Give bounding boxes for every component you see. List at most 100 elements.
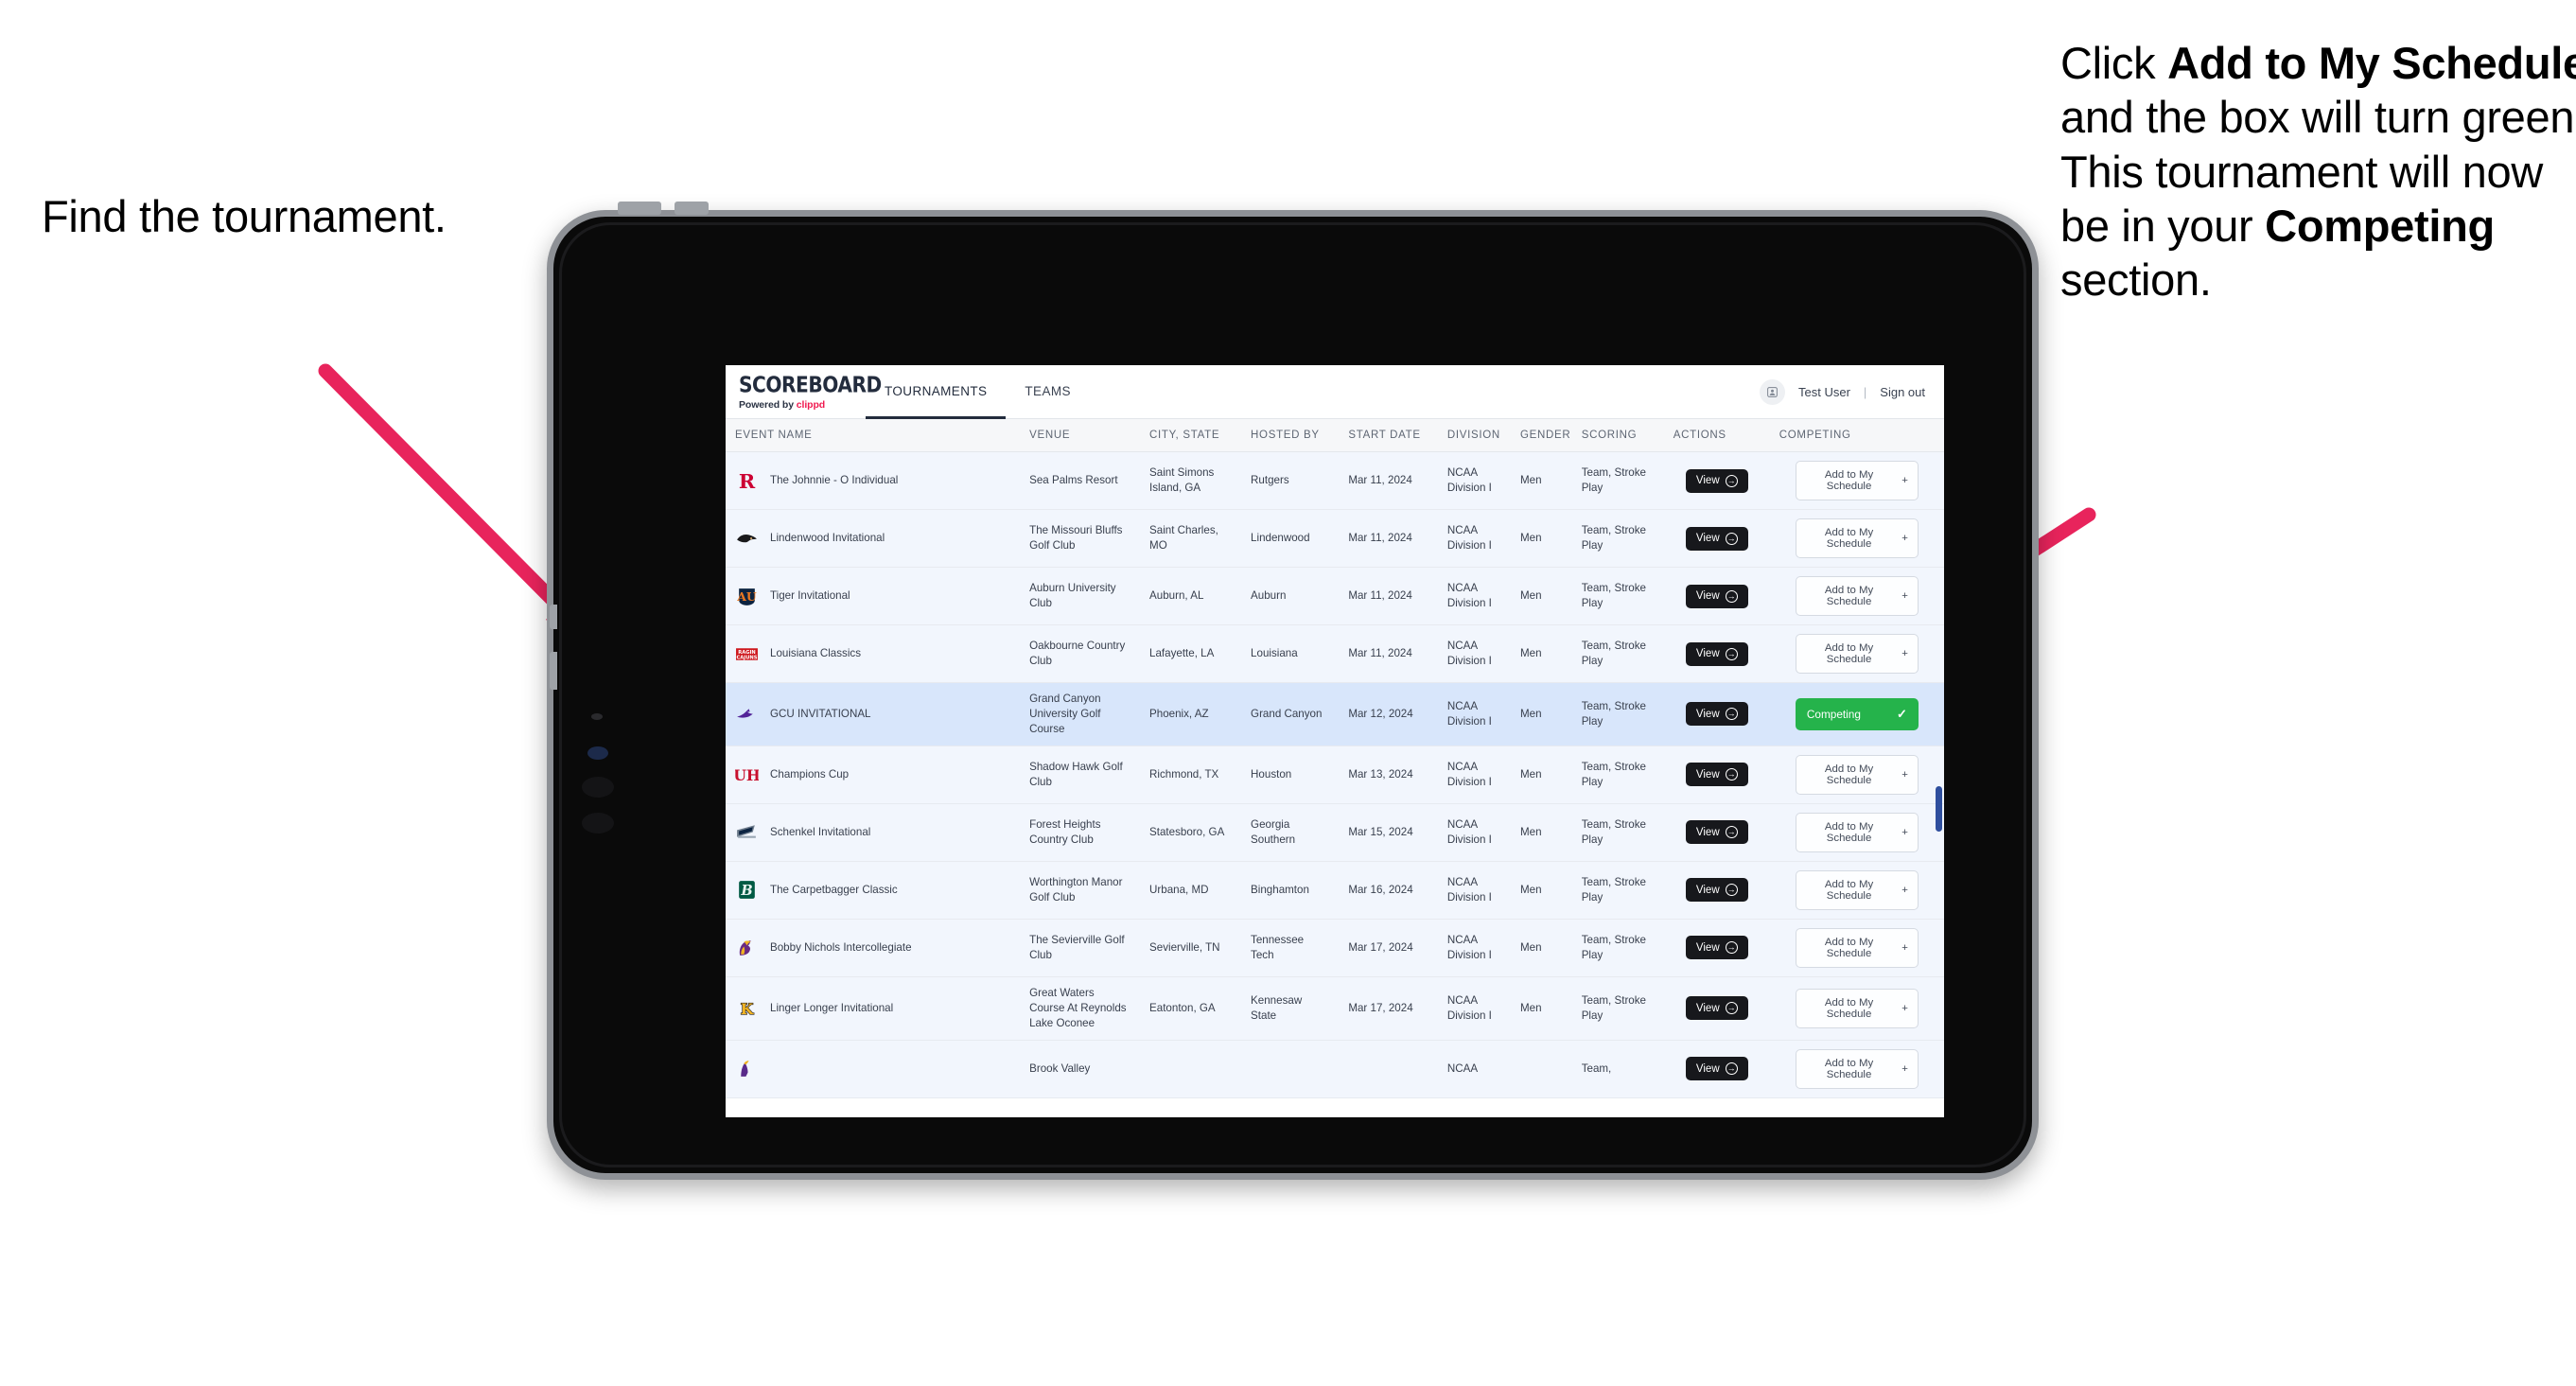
- add-to-my-schedule-button[interactable]: Add to My Schedule +: [1795, 812, 1919, 852]
- side-button-upper[interactable]: [550, 605, 557, 629]
- cell-venue: Shadow Hawk Golf Club: [1020, 746, 1141, 804]
- brand-tagline: Powered by clippd: [739, 399, 866, 411]
- table-row[interactable]: RAGIN CAJUNS Louisiana Classics Oakbourne…: [726, 624, 1944, 683]
- cell-scoring: Team, Stroke Play: [1571, 567, 1664, 625]
- view-button-label: View: [1695, 884, 1720, 896]
- tab-teams[interactable]: TEAMS: [1006, 365, 1090, 419]
- view-button[interactable]: View →: [1685, 468, 1748, 493]
- cell-competing: Add to My Schedule +: [1769, 624, 1944, 683]
- arrow-right-circle-icon: →: [1725, 768, 1738, 781]
- team-logo-icon: [735, 527, 759, 551]
- table-row[interactable]: R The Johnnie - O Individual Sea Palms R…: [726, 451, 1944, 510]
- view-button[interactable]: View →: [1685, 878, 1748, 903]
- cell-venue: Grand Canyon University Golf Course: [1020, 682, 1141, 746]
- annotation-left: Find the tournament.: [42, 191, 447, 241]
- cell-gender: Men: [1511, 509, 1572, 568]
- table-row[interactable]: Brook Valley NCAA Team, View → Add to My…: [726, 1040, 1944, 1098]
- column-header-competing: COMPETING: [1769, 419, 1944, 452]
- cell-venue: Forest Heights Country Club: [1020, 803, 1141, 862]
- user-area: Test User | Sign out: [1760, 365, 1944, 418]
- cell-city-state: Urbana, MD: [1140, 861, 1242, 920]
- cell-gender: Men: [1511, 803, 1572, 862]
- brand-logo[interactable]: SCOREBOARD Powered by clippd: [726, 365, 882, 418]
- table-row[interactable]: Lindenwood Invitational The Missouri Blu…: [726, 509, 1944, 568]
- scrollbar-thumb[interactable]: [1936, 786, 1942, 832]
- table-row[interactable]: GCU INVITATIONAL Grand Canyon University…: [726, 682, 1944, 746]
- view-button[interactable]: View →: [1685, 641, 1748, 666]
- column-header-start-date[interactable]: START DATE: [1339, 419, 1438, 452]
- arrow-right-circle-icon: →: [1725, 941, 1738, 955]
- cell-event-name: Bobby Nichols Intercollegiate: [726, 919, 1021, 977]
- event-name-text: Linger Longer Invitational: [770, 1001, 894, 1014]
- cell-hosted-by: Georgia Southern: [1241, 803, 1340, 862]
- table-row[interactable]: B The Carpetbagger Classic Worthington M…: [726, 861, 1944, 920]
- view-button[interactable]: View →: [1685, 996, 1748, 1021]
- column-header-city-state[interactable]: CITY, STATE: [1140, 419, 1242, 452]
- view-button[interactable]: View →: [1685, 763, 1748, 787]
- user-avatar-icon[interactable]: [1760, 378, 1785, 405]
- cell-start-date: Mar 17, 2024: [1339, 976, 1438, 1041]
- add-to-my-schedule-button[interactable]: Add to My Schedule +: [1795, 518, 1919, 558]
- cell-actions: View →: [1663, 803, 1770, 862]
- add-to-my-schedule-button[interactable]: Add to My Schedule +: [1795, 634, 1919, 674]
- cell-competing: Add to My Schedule +: [1769, 746, 1944, 804]
- column-header-gender[interactable]: GENDER: [1511, 419, 1572, 452]
- table-row[interactable]: AU Tiger Invitational Auburn University …: [726, 567, 1944, 625]
- view-button[interactable]: View →: [1685, 820, 1748, 845]
- sensor-dot-c: [582, 777, 614, 798]
- cell-start-date: Mar 11, 2024: [1339, 451, 1438, 510]
- tab-teams-label: TEAMS: [1025, 383, 1071, 398]
- table-row[interactable]: Bobby Nichols Intercollegiate The Sevier…: [726, 919, 1944, 977]
- add-to-my-schedule-button[interactable]: Add to My Schedule +: [1795, 988, 1919, 1028]
- cell-hosted-by: [1241, 1040, 1340, 1098]
- volume-button[interactable]: [675, 202, 709, 215]
- table-row[interactable]: Schenkel Invitational Forest Heights Cou…: [726, 803, 1944, 862]
- arrow-right-circle-icon: →: [1725, 474, 1738, 487]
- cell-city-state: Richmond, TX: [1140, 746, 1242, 804]
- cell-scoring: Team, Stroke Play: [1571, 803, 1664, 862]
- view-button[interactable]: View →: [1685, 702, 1748, 727]
- cell-gender: [1511, 1040, 1572, 1098]
- column-header-venue[interactable]: VENUE: [1020, 419, 1141, 452]
- team-logo-icon: K: [735, 996, 759, 1020]
- add-to-my-schedule-button[interactable]: Add to My Schedule +: [1795, 576, 1919, 616]
- competing-button[interactable]: Competing ✓: [1795, 697, 1919, 730]
- add-to-my-schedule-button[interactable]: Add to My Schedule +: [1795, 754, 1919, 795]
- sign-out-link[interactable]: Sign out: [1880, 385, 1925, 399]
- column-header-scoring[interactable]: SCORING: [1571, 419, 1664, 452]
- cell-gender: Men: [1511, 451, 1572, 510]
- column-header-event-name[interactable]: EVENT NAME: [726, 419, 1021, 452]
- cell-start-date: Mar 11, 2024: [1339, 509, 1438, 568]
- cell-scoring: Team, Stroke Play: [1571, 861, 1664, 920]
- view-button[interactable]: View →: [1685, 1057, 1748, 1081]
- event-name-text: Lindenwood Invitational: [770, 532, 885, 544]
- cell-start-date: Mar 16, 2024: [1339, 861, 1438, 920]
- power-button[interactable]: [618, 202, 661, 215]
- cell-actions: View →: [1663, 567, 1770, 625]
- view-button[interactable]: View →: [1685, 526, 1748, 551]
- table-row[interactable]: UH Champions Cup Shadow Hawk Golf Club R…: [726, 746, 1944, 804]
- cell-division: NCAA Division I: [1437, 567, 1511, 625]
- column-header-hosted-by[interactable]: HOSTED BY: [1241, 419, 1340, 452]
- add-to-my-schedule-button[interactable]: Add to My Schedule +: [1795, 869, 1919, 910]
- view-button[interactable]: View →: [1685, 584, 1748, 608]
- side-button-lower[interactable]: [550, 652, 557, 690]
- svg-text:UH: UH: [735, 766, 759, 784]
- cell-event-name: K Linger Longer Invitational: [726, 976, 1021, 1041]
- cell-scoring: Team, Stroke Play: [1571, 509, 1664, 568]
- add-to-my-schedule-button[interactable]: Add to My Schedule +: [1795, 461, 1919, 500]
- view-button[interactable]: View →: [1685, 936, 1748, 960]
- add-to-my-schedule-button[interactable]: Add to My Schedule +: [1795, 927, 1919, 968]
- cell-event-name: Schenkel Invitational: [726, 803, 1021, 862]
- cell-venue: The Sevierville Golf Club: [1020, 919, 1141, 977]
- cell-event-name: B The Carpetbagger Classic: [726, 861, 1021, 920]
- cell-scoring: Team, Stroke Play: [1571, 919, 1664, 977]
- column-header-division[interactable]: DIVISION: [1437, 419, 1511, 452]
- team-logo-icon: R: [735, 469, 759, 493]
- cell-hosted-by: Houston: [1241, 746, 1340, 804]
- add-to-my-schedule-button[interactable]: Add to My Schedule +: [1795, 1048, 1919, 1089]
- table-row[interactable]: K Linger Longer Invitational Great Water…: [726, 976, 1944, 1041]
- view-button-label: View: [1695, 1062, 1720, 1075]
- add-to-my-schedule-label: Add to My Schedule: [1824, 585, 1874, 607]
- tab-tournaments[interactable]: TOURNAMENTS: [866, 365, 1007, 419]
